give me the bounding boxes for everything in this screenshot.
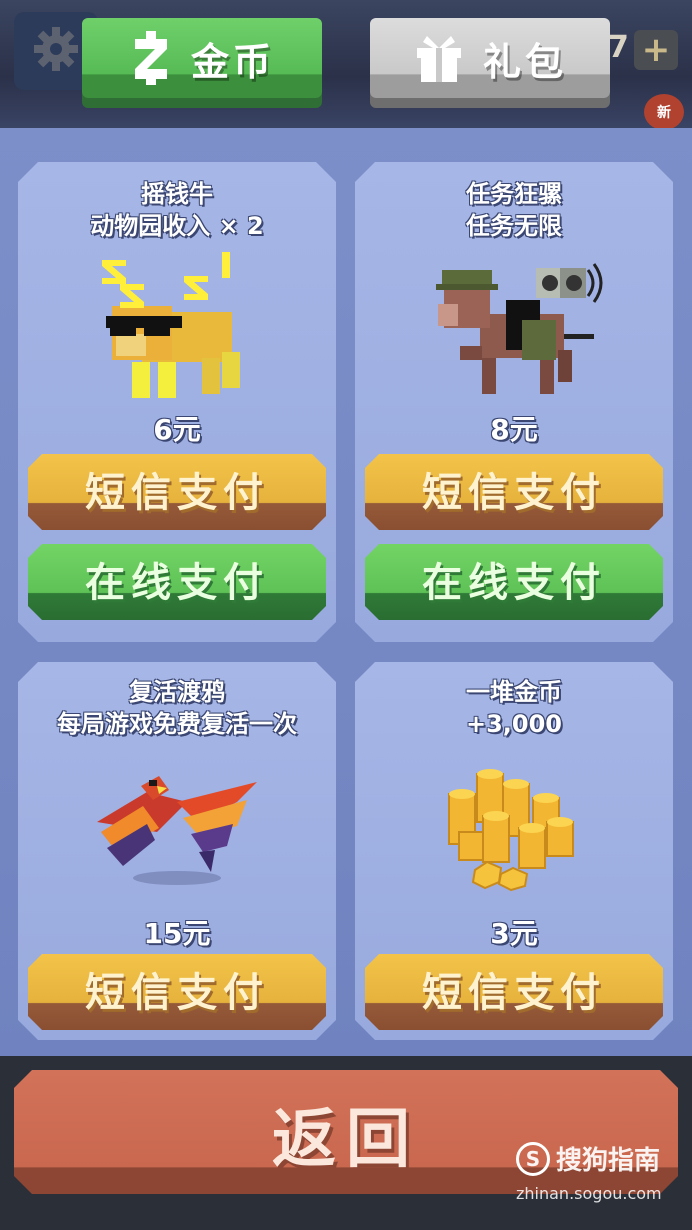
revive-raven-icon xyxy=(18,762,336,902)
shop-item-money-cow: 摇钱牛 动物园收入 × 2 6元 短信支付 在线支付 xyxy=(18,162,336,642)
item-title: 复活渡鸦 xyxy=(129,678,225,706)
coin-z-icon xyxy=(129,31,173,85)
online-pay-button[interactable]: 在线支付 xyxy=(28,544,326,620)
back-label: 返回 xyxy=(272,1103,420,1177)
sms-pay-button[interactable]: 短信支付 xyxy=(28,454,326,530)
shop-item-coin-pile: 一堆金币 +3,000 3元 短信支付 xyxy=(355,662,673,1040)
shop-item-mission-mule: 任务狂骡 任务无限 8元 短信支付 在线支付 xyxy=(355,162,673,642)
item-price: 15元 xyxy=(143,917,211,950)
watermark: S 搜狗指南 xyxy=(516,1140,660,1177)
item-subtitle: 动物园收入 × 2 xyxy=(90,212,264,240)
sms-pay-label: 短信支付 xyxy=(422,470,606,516)
sms-pay-button[interactable]: 短信支付 xyxy=(365,954,663,1030)
tab-coins[interactable]: 金币 xyxy=(82,18,322,98)
watermark-brand: 搜狗指南 xyxy=(556,1146,661,1176)
sms-pay-button[interactable]: 短信支付 xyxy=(28,954,326,1030)
item-price: 6元 xyxy=(153,413,201,446)
new-badge: 新 xyxy=(644,94,684,130)
sms-pay-label: 短信支付 xyxy=(422,970,606,1016)
coin-pile-icon xyxy=(355,758,673,898)
sms-pay-button[interactable]: 短信支付 xyxy=(365,454,663,530)
currency-count: 7 xyxy=(608,30,629,65)
money-cow-icon xyxy=(18,252,336,402)
mission-mule-icon xyxy=(355,250,673,400)
tab-gift[interactable]: 礼包 xyxy=(370,18,610,98)
online-pay-button[interactable]: 在线支付 xyxy=(365,544,663,620)
online-pay-label: 在线支付 xyxy=(85,560,269,606)
tab-coins-label: 金币 xyxy=(190,39,275,84)
item-title: 一堆金币 xyxy=(466,678,562,706)
sogou-logo-icon: S xyxy=(516,1141,550,1176)
shop-item-revive-raven: 复活渡鸦 每局游戏免费复活一次 15元 短信支付 xyxy=(18,662,336,1040)
item-price: 8元 xyxy=(490,413,538,446)
online-pay-label: 在线支付 xyxy=(422,560,606,606)
gear-icon xyxy=(32,25,80,77)
sms-pay-label: 短信支付 xyxy=(85,970,269,1016)
watermark-url: zhinan.sogou.com xyxy=(516,1184,662,1203)
gift-box-icon xyxy=(413,32,465,84)
item-title: 摇钱牛 xyxy=(141,180,213,208)
sms-pay-label: 短信支付 xyxy=(85,470,269,516)
add-currency-button[interactable]: + xyxy=(634,30,678,70)
item-title: 任务狂骡 xyxy=(466,180,562,208)
item-price: 3元 xyxy=(490,917,538,950)
tab-gift-label: 礼包 xyxy=(482,39,567,84)
plus-icon: + xyxy=(641,30,671,70)
item-subtitle: 每局游戏免费复活一次 xyxy=(57,710,297,738)
item-subtitle: +3,000 xyxy=(465,710,563,738)
item-subtitle: 任务无限 xyxy=(466,212,562,240)
